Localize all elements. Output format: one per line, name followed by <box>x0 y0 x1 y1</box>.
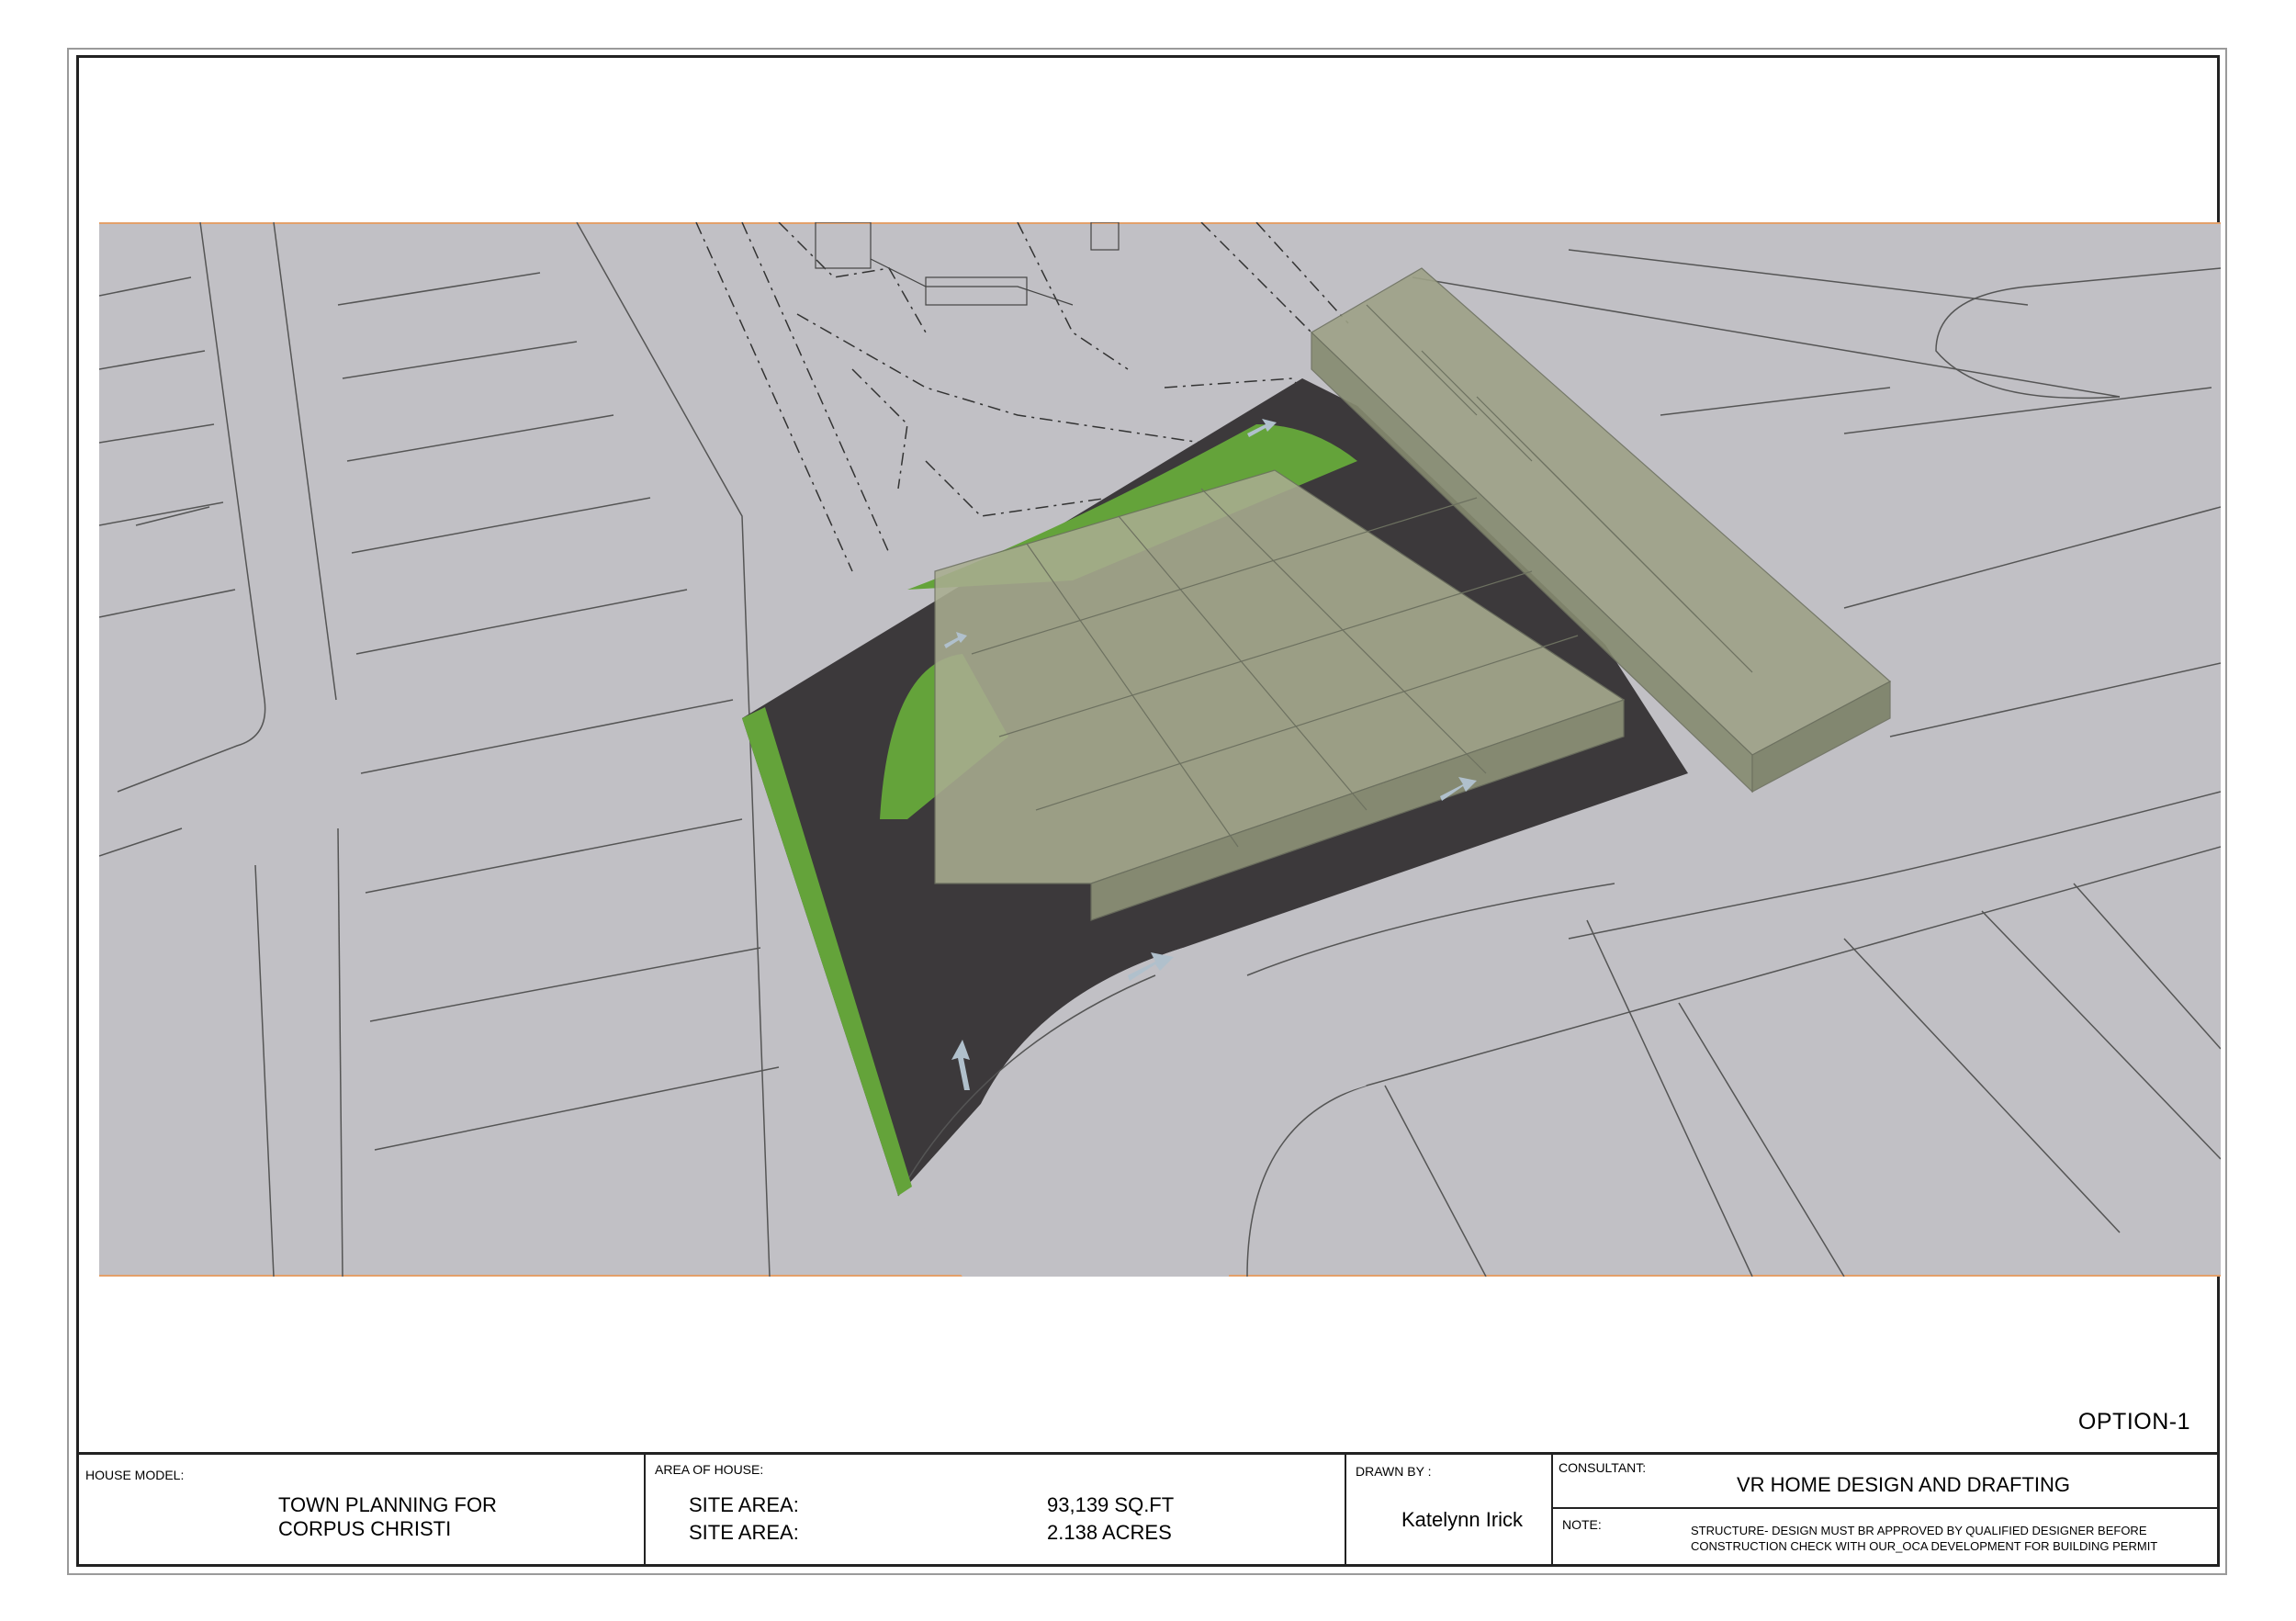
note-divider <box>1553 1507 2220 1509</box>
site-area-label-2: SITE AREA: <box>689 1521 799 1544</box>
consultant-name: VR HOME DESIGN AND DRAFTING <box>1737 1473 2071 1496</box>
drawn-by-cell: DRAWN BY : Katelynn Irick <box>1346 1455 1553 1567</box>
house-model-label: HOUSE MODEL: <box>85 1468 185 1482</box>
drawn-by-name: Katelynn Irick <box>1401 1508 1524 1531</box>
site-area-value-1: 93,139 SQ.FT <box>1047 1493 1175 1516</box>
house-model-line2: CORPUS CHRISTI <box>278 1517 452 1540</box>
drawn-by-label: DRAWN BY : <box>1356 1464 1432 1479</box>
option-label: OPTION-1 <box>2077 1409 2190 1435</box>
site-massing-render <box>99 222 2221 1277</box>
site-area-value-2: 2.138 ACRES <box>1047 1521 1172 1544</box>
title-block: HOUSE MODEL: TOWN PLANNING FOR CORPUS CH… <box>76 1452 2220 1567</box>
area-cell: AREA OF HOUSE: SITE AREA: 93,139 SQ.FT S… <box>646 1455 1346 1567</box>
consultant-cell: CONSULTANT: VR HOME DESIGN AND DRAFTING … <box>1553 1455 2220 1567</box>
note-label: NOTE: <box>1562 1517 1602 1532</box>
note-line1: STRUCTURE- DESIGN MUST BR APPROVED BY QU… <box>1691 1524 2147 1537</box>
house-model-line1: TOWN PLANNING FOR <box>278 1493 497 1516</box>
house-model-cell: HOUSE MODEL: TOWN PLANNING FOR CORPUS CH… <box>76 1455 646 1567</box>
consultant-label: CONSULTANT: <box>1559 1460 1647 1475</box>
area-label: AREA OF HOUSE: <box>655 1462 764 1477</box>
note-line2: CONSTRUCTION CHECK WITH OUR_OCA DEVELOPM… <box>1691 1539 2158 1553</box>
site-area-label-1: SITE AREA: <box>689 1493 799 1516</box>
